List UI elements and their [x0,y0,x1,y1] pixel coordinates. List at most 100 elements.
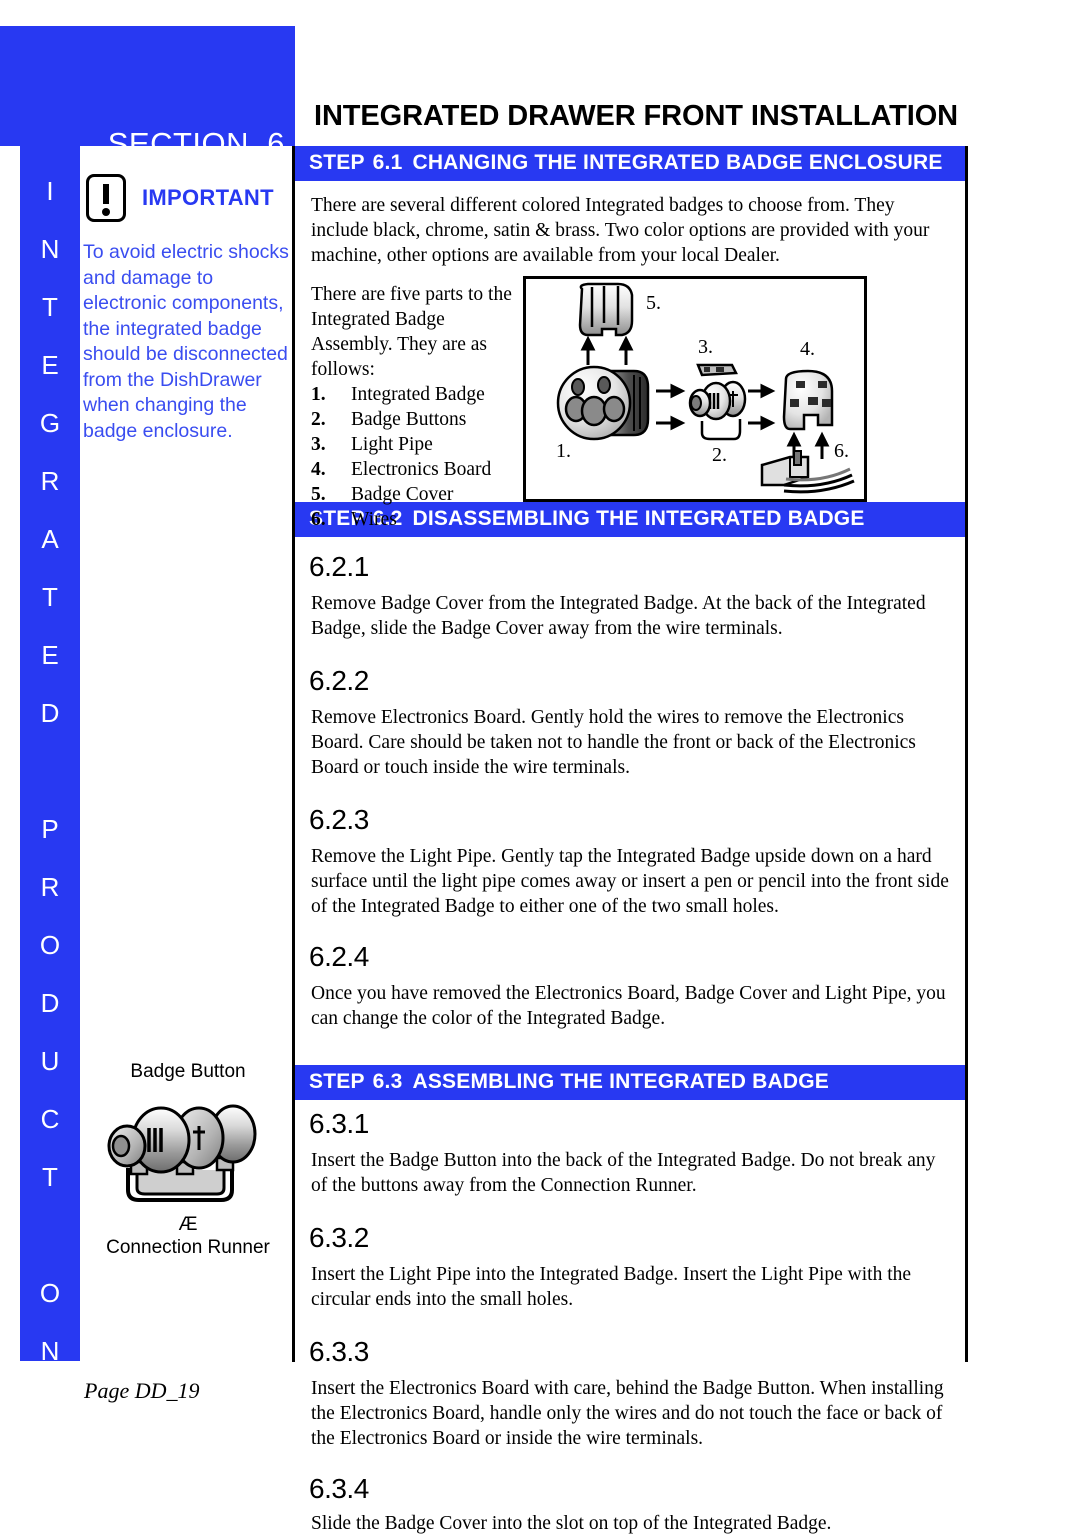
parts-list-item: 1. Integrated Badge [311,382,521,407]
substep-text-6-3-2: Insert the Light Pipe into the Integrate… [311,1264,912,1310]
important-label: IMPORTANT [142,185,274,210]
step-title: ASSEMBLING THE INTEGRATED BADGE [412,1070,829,1093]
svg-text:2.: 2. [712,444,727,466]
part-name: Integrated Badge [351,384,485,405]
parts-list-item: 3. Light Pipe [311,432,521,457]
exclamation-dot [102,208,110,216]
exploded-assembly-diagram: 5. 1. 3. 2. 4. 6. [523,276,867,502]
sidebar-letter: E [41,640,59,670]
exclamation-bar [103,184,109,204]
sidebar-letter: R [40,872,60,902]
parts-list-item: 2. Badge Buttons [311,407,521,432]
substep-text-6-2-1: Remove Badge Cover from the Integrated B… [311,593,926,639]
main-content-column: STEP 6.1 CHANGING THE INTEGRATED BADGE ENC… [292,146,968,1534]
important-warning-text: To avoid electric shocks and damage to e… [83,241,289,442]
substep-number-6-3-2: 6.3.2 [309,1222,369,1253]
svg-text:4.: 4. [800,338,815,360]
substep-text-6-3-1: Insert the Badge Button into the back of… [311,1150,936,1196]
badge-button-illustration [107,1104,257,1202]
sidebar-letter: T [42,1162,58,1192]
step-number: 6.1 [372,151,403,174]
sidebar-letter-stack: INTEGRATED PRODUCT ONLY [20,162,80,1496]
step-6-1-intro: There are several different colored Inte… [311,195,930,266]
step-number: 6.3 [372,1070,403,1093]
svg-text:6.: 6. [834,440,849,462]
sidebar-letter: Y [41,1452,59,1482]
sidebar-letter: O [39,930,61,960]
exploded-assembly-illustration: 5. 1. 3. 2. 4. 6. [556,282,855,494]
part-number: 6. [311,509,326,530]
svg-text:3.: 3. [698,336,713,358]
part-name: Badge Cover [351,484,454,505]
sidebar-letter: T [42,582,58,612]
important-callout: IMPORTANT [86,174,274,222]
parts-list-item: 6. Wires [311,507,521,532]
sidebar-letter-gap [46,742,53,800]
part-name: Wires [351,509,397,530]
step-title: CHANGING THE INTEGRATED BADGE ENCLOSURE [412,151,943,174]
badge-button-figure-top-caption: Badge Button [130,1061,246,1082]
sidebar-letter: A [41,524,59,554]
part-name: Light Pipe [351,434,433,455]
substep-text-6-2-3: Remove the Light Pipe. Gently tap the In… [311,846,949,917]
step-header-6-3: STEP 6.3 ASSEMBLING THE INTEGRATED BADGE [295,1065,965,1100]
badge-button-figure-bottom-caption: Connection Runner [106,1237,270,1258]
document-page: SECTION 6 INTEGRATED DRAWER FRONT INSTAL… [0,0,1080,1534]
part-3-light-pipe [696,363,738,377]
parts-list-intro: There are five parts to the Integrated B… [311,284,512,380]
substep-number-6-2-2: 6.2.2 [309,665,369,696]
substep-text-6-3-3: Insert the Electronics Board with care, … [311,1378,944,1449]
part-2-badge-buttons [688,380,747,441]
sidebar-letter: C [40,1104,60,1134]
svg-text:1.: 1. [556,440,571,462]
substep-text-6-2-2: Remove Electronics Board. Gently hold th… [311,707,916,778]
sidebar-letter: U [40,1046,60,1076]
part-1-integrated-badge [556,365,650,441]
sidebar-letter: D [40,698,60,728]
sidebar-letter-gap [46,1206,53,1264]
sidebar-letter: N [40,234,60,264]
substep-number-6-3-4: 6.3.4 [309,1473,369,1504]
parts-list-item: 4. Electronics Board [311,457,521,482]
sidebar-letter: L [42,1394,58,1424]
sidebar-letter: D [40,988,60,1018]
part-number: 5. [311,484,326,505]
substep-number-6-3-1: 6.3.1 [309,1108,369,1139]
part-number: 1. [311,384,326,405]
substep-number-6-2-3: 6.2.3 [309,804,369,835]
sidebar-letter: R [40,466,60,496]
page-title: INTEGRATED DRAWER FRONT INSTALLATION [314,100,959,132]
part-number: 2. [311,409,326,430]
substep-number-6-3-3: 6.3.3 [309,1336,369,1367]
step-word: STEP [309,1070,365,1093]
vertical-sidebar-banner: INTEGRATED PRODUCT ONLY [20,146,80,1482]
page-footer-label: Page DD_19 [84,1378,200,1403]
sidebar-letter: P [41,814,59,844]
sidebar-letter: G [39,408,61,438]
sidebar-letter: N [40,1336,60,1366]
substep-text-6-3-4: Slide the Badge Cover into the slot on t… [311,1513,832,1534]
step-header-6-1: STEP 6.1 CHANGING THE INTEGRATED BADGE ENC… [295,146,965,181]
substep-text-6-2-4: Once you have removed the Electronics Bo… [311,983,946,1029]
parts-list: There are five parts to the Integrated B… [311,282,521,532]
part-number: 4. [311,459,326,480]
step-6-1-parts-region: There are five parts to the Integrated B… [295,276,965,530]
badge-button-figure: Badge Button Æ Connection Runner [86,1060,290,1260]
runner-arrow-glyph: Æ [178,1214,198,1235]
exclamation-icon [86,174,126,222]
sidebar-letter: T [42,292,58,322]
svg-text:5.: 5. [646,292,661,314]
sidebar-letter: E [41,350,59,380]
part-number: 3. [311,434,326,455]
part-5-badge-cover [578,282,634,337]
substep-number-6-2-4: 6.2.4 [309,941,369,972]
part-4-electronics-board [782,369,834,431]
sidebar-letter: O [39,1278,61,1308]
sidebar-letter: I [46,176,54,206]
part-name: Electronics Board [351,459,492,480]
substep-number-6-2-1: 6.2.1 [309,551,369,582]
step-word: STEP [309,151,365,174]
part-name: Badge Buttons [351,409,467,430]
parts-list-item: 5. Badge Cover [311,482,521,507]
section-header-block: SECTION 6 [0,26,295,161]
